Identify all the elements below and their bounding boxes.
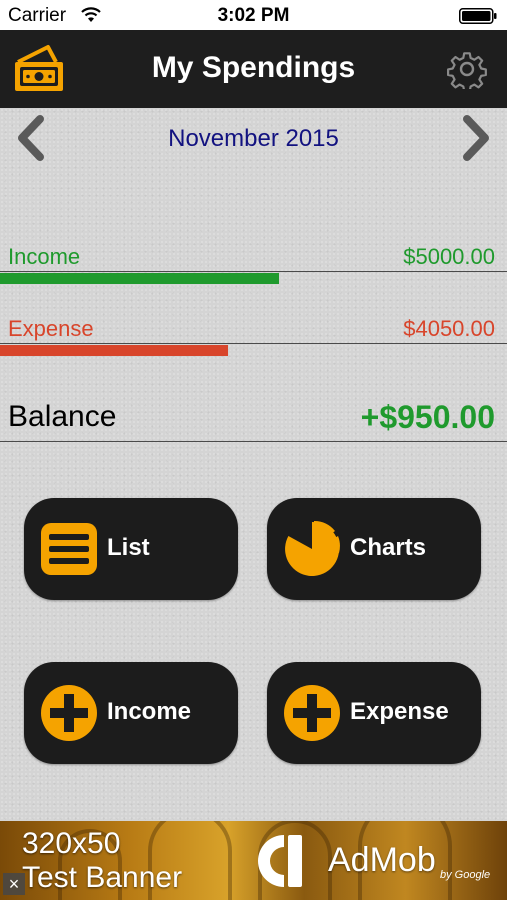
gear-icon[interactable] [447,49,487,89]
expense-divider [0,343,507,344]
admob-brand: AdMob [328,841,436,879]
expense-progress-bar [0,345,228,356]
status-time: 3:02 PM [217,5,290,26]
add-income-button[interactable]: Income [24,662,238,764]
income-progress-bar [0,273,279,284]
pie-chart-icon [285,520,340,576]
expense-amount: $4050.00 [403,316,495,341]
nav-bar: My Spendings [0,30,507,108]
income-amount: $5000.00 [403,244,495,269]
expense-button-label: Expense [350,698,449,725]
list-button[interactable]: List [24,498,238,600]
month-label: November 2015 [168,125,339,152]
page-title: My Spendings [151,51,356,84]
plus-circle-icon [41,685,97,741]
balance-amount: +$950.00 [360,399,495,435]
ad-close-button[interactable]: × [3,873,25,895]
admob-logo-icon [258,835,302,887]
ad-banner[interactable]: 320x50 Test Banner × AdMob by Google [0,821,507,900]
charts-button-label: Charts [350,534,427,561]
ad-test-text: Test Banner [22,861,183,894]
income-button-label: Income [107,698,192,725]
charts-button[interactable]: Charts [267,498,481,600]
status-bar: Carrier 3:02 PM [0,0,507,30]
expense-label: Expense [8,316,94,341]
chevron-right-icon[interactable] [461,115,493,161]
admob-by-google: by Google [440,869,491,881]
list-icon [41,523,97,575]
plus-circle-icon [284,685,340,741]
income-label: Income [8,244,81,269]
ad-size-text: 320x50 [22,827,121,860]
income-divider [0,271,507,272]
balance-divider [0,441,507,442]
add-expense-button[interactable]: Expense [267,662,481,764]
list-button-label: List [107,534,150,561]
battery-icon [459,8,497,24]
balance-label: Balance [8,400,117,433]
